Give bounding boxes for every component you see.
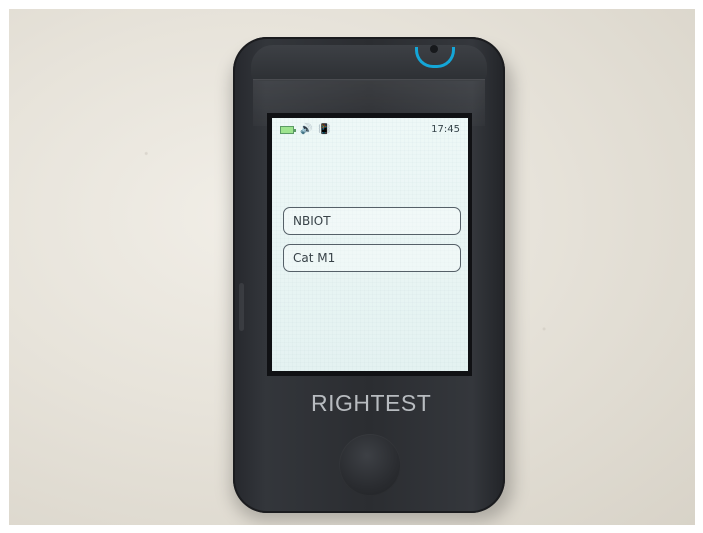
side-reflection (239, 283, 244, 331)
photo-background: 🔊 📳 17:45 NBIOT Cat M1 RIGHTEST (9, 9, 695, 525)
home-button[interactable] (339, 434, 401, 496)
status-time: 17:45 (431, 124, 460, 135)
device-screen: 🔊 📳 17:45 NBIOT Cat M1 (272, 118, 468, 371)
menu-item-label: NBIOT (293, 214, 331, 228)
battery-icon (280, 126, 296, 134)
menu-item-label: Cat M1 (293, 251, 336, 265)
menu-item-nbiot[interactable]: NBIOT (283, 207, 461, 235)
sound-icon: 🔊 (300, 124, 313, 135)
device-brand-logo: RIGHTEST (311, 390, 432, 416)
sensor-dot (430, 45, 438, 53)
vibrate-icon: 📳 (318, 124, 331, 135)
rightest-device: 🔊 📳 17:45 NBIOT Cat M1 RIGHTEST (233, 37, 505, 513)
status-bar: 🔊 📳 17:45 (280, 123, 460, 139)
menu-item-cat-m1[interactable]: Cat M1 (283, 244, 461, 272)
